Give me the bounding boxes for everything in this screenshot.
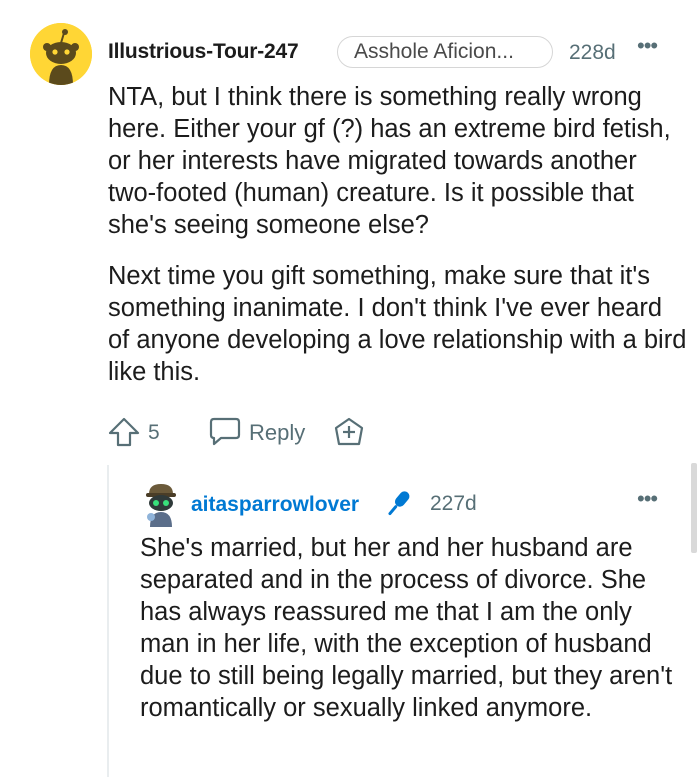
reply-age: 227d <box>430 492 477 515</box>
comment-age: 228d <box>569 41 616 64</box>
scrollbar[interactable] <box>691 463 697 553</box>
comment-username[interactable]: Illustrious-Tour-247 <box>108 40 299 64</box>
upvote-button[interactable] <box>107 416 141 448</box>
reply-username[interactable]: aitasparrowlover <box>191 493 359 517</box>
reply-button[interactable]: Reply <box>249 420 305 446</box>
award-button[interactable] <box>332 416 366 448</box>
snoo-avatar-icon <box>30 23 92 85</box>
avatar[interactable] <box>30 23 92 85</box>
user-flair: Asshole Aficion... <box>337 36 553 68</box>
reply-text: She's married, but her and her husband a… <box>140 534 673 722</box>
reply-icon[interactable] <box>208 416 242 446</box>
reply-avatar[interactable] <box>140 481 182 527</box>
comment-paragraph: NTA, but I think there is something real… <box>108 83 671 239</box>
thread-line[interactable] <box>107 465 109 777</box>
speech-bubble-icon <box>209 417 241 446</box>
custom-snoo-avatar-icon <box>146 484 176 527</box>
upvote-arrow-icon <box>108 417 140 447</box>
microphone-icon <box>380 486 416 522</box>
more-options-button[interactable]: ••• <box>637 33 658 59</box>
award-plus-icon <box>334 417 364 446</box>
reply-more-options-button[interactable]: ••• <box>637 486 658 512</box>
comment-paragraph: Next time you gift something, make sure … <box>108 262 687 386</box>
vote-count: 5 <box>148 421 160 444</box>
